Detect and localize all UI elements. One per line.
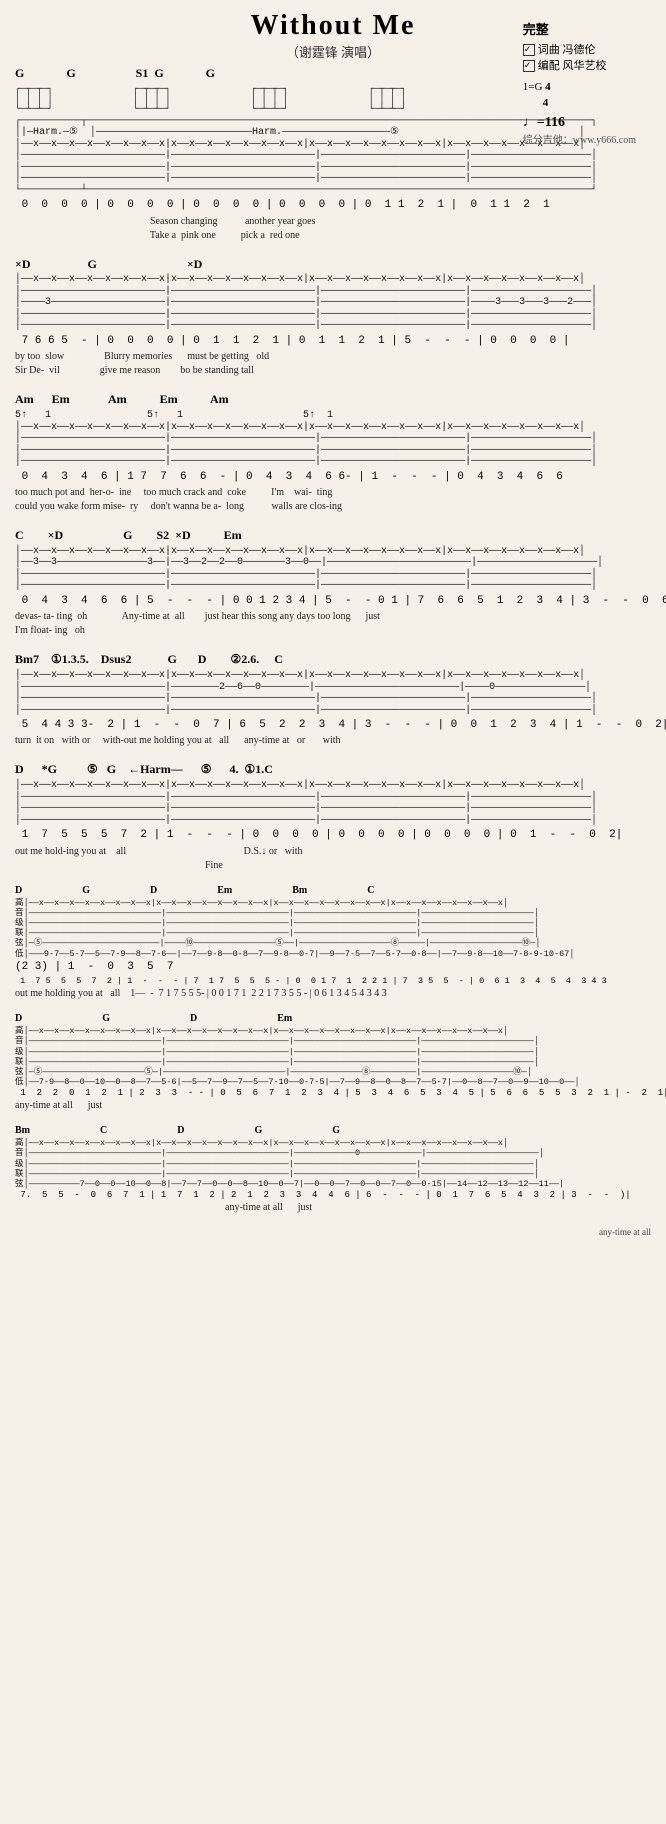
numbers-5: 5 4 4 3 3- 2 | 1 - - 0 7 | 6 5 2 2 3 4 |… (15, 718, 651, 733)
numbers-8: 1 2 2 0 1 2 1 | 2 3 3 - - | 0 5 6 7 1 2 … (15, 1088, 651, 1098)
tab-system-5: │——x——x——x——x——x——x——x——x|x——x——x——x——x—… (15, 670, 651, 716)
numbers-2: 7 6 6 5 - | 0 0 0 0 | 0 1 1 2 1 | 0 1 1 … (15, 334, 651, 349)
checkbox-icon-1 (523, 44, 535, 56)
key-info: 1=G 4 4 (523, 79, 636, 112)
lyrics-7: out me holding you at all 1— - 7 1 7 5 5… (15, 987, 651, 1001)
system-9: BmCDGG 高│——x——x——x——x——x——x——x——x|x——x——… (15, 1125, 651, 1215)
numbers-6: 1 7 5 5 5 7 2 | 1 - - - | 0 0 0 0 | 0 0 … (15, 828, 651, 843)
system-4: C ×D G S2 ×D Em │——x——x——x——x——x——x——x——… (15, 527, 651, 638)
numbers-1: 0 0 0 0 | 0 0 0 0 | 0 0 0 0 | 0 0 0 0 | … (15, 198, 651, 213)
info-block: 完整 词曲 冯德伦 编配 风华艺校 1=G 4 4 ♩=116 综分吉他：www… (523, 20, 636, 148)
lyrics-4: devas- ta- ting oh Any-time at all just … (15, 610, 651, 638)
system-8: DGDEm 高│——x——x——x——x——x——x——x——x|x——x——x… (15, 1013, 651, 1113)
footer-note: any-time at all (15, 1227, 651, 1237)
numbers-4: 0 4 3 4 6 6 | 5 - - - | 0 0 1 2 3 4 | 5 … (15, 594, 651, 609)
tab-system-7-6string: 高│——x——x——x——x——x——x——x——x|x——x——x——x——x… (15, 898, 651, 959)
chord-diagram-g3: ┌─┬─┬─┐ │ │ │ │ └─┴─┴─┘ (251, 84, 289, 114)
chord-diagram-g1: ┌─┬─┬─┐ │ │ │ │ └─┴─┴─┘ (15, 84, 53, 114)
chords-2: ×D G ×D (15, 256, 651, 273)
numbers-3: 0 4 3 4 6 | 1 7 7 6 6 - | 0 4 3 4 6 6- |… (15, 470, 651, 485)
lyrics-5: turn it on with or with-out me holding y… (15, 734, 651, 748)
main-content: Without Me （谢霆锋 演唱） 完整 词曲 冯德伦 编配 风华艺校 1=… (15, 10, 651, 1237)
website-display: 综分吉他：www.y666.com (523, 133, 636, 148)
tab-system-6: │——x——x——x——x——x——x——x——x|x——x——x——x——x—… (15, 780, 651, 826)
chords-9: BmCDGG (15, 1125, 651, 1136)
numbers-7b: 1 7 5 5 5 7 2 | 1 - - - | 7 1 7 5 5 5 - … (15, 976, 651, 986)
arrange-label: 编配 风华艺校 (538, 58, 607, 75)
lyric-row: 词曲 冯德伦 (523, 42, 636, 59)
lyrics-3: too much pot and her-o- ine too much cra… (15, 486, 651, 514)
system-3: Am Em Am Em Am 5↑ 1 5↑ 1 5↑ 1 │——x——x——x… (15, 391, 651, 514)
tab-system-9-6string: 高│——x——x——x——x——x——x——x——x|x——x——x——x——x… (15, 1138, 651, 1189)
complete-label: 完整 (523, 20, 636, 40)
checkbox-icon-2 (523, 60, 535, 72)
lyrics-2: by too slow Blurry memories must be gett… (15, 350, 651, 378)
numbers-9: 7. 5 5 - 0 6 7 1 | 1 7 1 2 | 2 1 2 3 3 4… (15, 1190, 651, 1200)
chord-diagram-g2: ┌─┬─┬─┐ │ │ │ │ └─┴─┴─┘ (133, 84, 171, 114)
chords-3: Am Em Am Em Am (15, 391, 651, 408)
system-5: Bm7 ①1.3.5. Dsus2 G D ②2.6. C │——x——x——x… (15, 651, 651, 748)
lyrics-6: out me hold-ing you at all D.S.↓ or with… (15, 845, 651, 873)
chords-4: C ×D G S2 ×D Em (15, 527, 651, 544)
tab-system-2: │——x——x——x——x——x——x——x——x|x——x——x——x——x—… (15, 274, 651, 332)
chord-diagram-g4: ┌─┬─┬─┐ │ │ │ │ └─┴─┴─┘ (368, 84, 406, 114)
time-sig-display: 4 (543, 97, 549, 109)
chords-6: D *G ⑤ G ←Harm— ⑤ 4. ①1.C (15, 761, 651, 778)
system-6: D *G ⑤ G ←Harm— ⑤ 4. ①1.C │——x——x——x——x—… (15, 761, 651, 872)
tempo-display: ♩=116 (523, 112, 636, 133)
tab-system-3: 5↑ 1 5↑ 1 5↑ 1 │——x——x——x——x——x——x——x——x… (15, 410, 651, 468)
system-7: DGDEmBmC 高│——x——x——x——x——x——x——x——x|x——x… (15, 885, 651, 1002)
numbers-7: (2 3) | 1 - 0 3 5 7 (15, 960, 651, 975)
lyrics-8: any-time at all just (15, 1099, 651, 1113)
lyric-label: 词曲 冯德伦 (538, 42, 596, 59)
chords-7: DGDEmBmC (15, 885, 651, 896)
lyrics-1: Season changing another year goes Take a… (15, 215, 651, 243)
tab-system-4: │——x——x——x——x——x——x——x——x|x——x——x——x——x—… (15, 546, 651, 592)
lyrics-9: any-time at all just (15, 1201, 651, 1215)
key-display: 1=G 4 (523, 81, 551, 93)
chords-5: Bm7 ①1.3.5. Dsus2 G D ②2.6. C (15, 651, 651, 668)
arrange-row: 编配 风华艺校 (523, 58, 636, 75)
page: Without Me （谢霆锋 演唱） 完整 词曲 冯德伦 编配 风华艺校 1=… (0, 0, 666, 1247)
chords-8: DGDEm (15, 1013, 651, 1024)
full-sheet: G G S1 G G ┌─┬─┬─┐ │ │ │ │ └─┴─┴─┘ ┌─┬─┬… (15, 65, 651, 1237)
system-2: ×D G ×D │——x——x——x——x——x——x——x——x|x——x——… (15, 256, 651, 379)
tab-system-8-6string: 高│——x——x——x——x——x——x——x——x|x——x——x——x——x… (15, 1026, 651, 1087)
